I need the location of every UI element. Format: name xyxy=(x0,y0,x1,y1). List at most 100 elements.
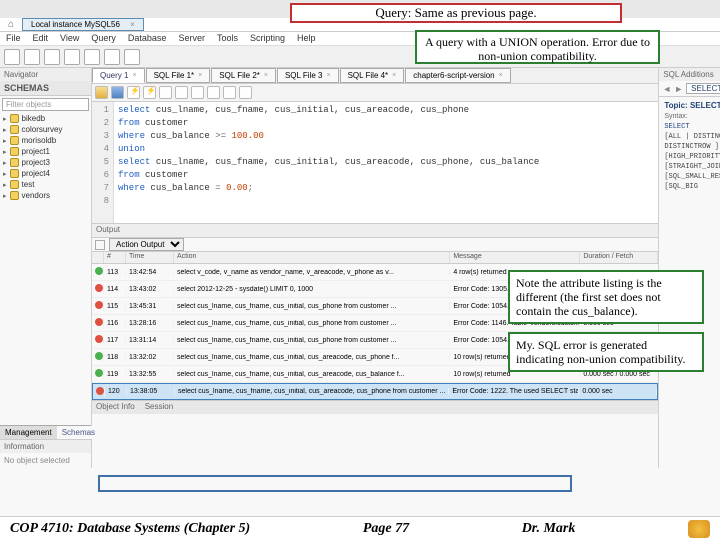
output-type-select[interactable]: Action Output xyxy=(109,238,184,251)
status-object-info[interactable]: Object Info xyxy=(96,402,135,413)
schema-item[interactable]: ▸ project4 xyxy=(0,168,91,179)
schema-label: project3 xyxy=(22,158,50,167)
schema-item[interactable]: ▸colorsurvey xyxy=(0,124,91,135)
database-icon xyxy=(10,191,19,200)
menu-tools[interactable]: Tools xyxy=(217,33,238,44)
row-number: 120 xyxy=(105,388,127,395)
schema-item[interactable]: ▸vendors xyxy=(0,190,91,201)
query-tab-label: SQL File 4* xyxy=(348,71,389,80)
status-error-icon xyxy=(96,387,104,395)
toolbar-icon[interactable] xyxy=(64,49,80,65)
save-icon[interactable] xyxy=(111,86,124,99)
chevron-right-icon: ▸ xyxy=(3,126,7,134)
schema-label: test xyxy=(22,180,35,189)
close-icon[interactable]: × xyxy=(392,72,396,79)
query-tab[interactable]: SQL File 2* × xyxy=(211,68,276,83)
database-icon xyxy=(10,147,19,156)
menu-file[interactable]: File xyxy=(6,33,21,44)
menu-edit[interactable]: Edit xyxy=(33,33,49,44)
toolbar-icon[interactable] xyxy=(4,49,20,65)
row-time: 13:32:02 xyxy=(126,354,174,361)
query-tab[interactable]: Query 1× xyxy=(92,68,145,83)
connection-tab[interactable]: Local instance MySQL56 × xyxy=(22,18,144,31)
toolbar-icon[interactable] xyxy=(191,86,204,99)
execute-step-icon[interactable] xyxy=(143,86,156,99)
query-tab-label: SQL File 2* xyxy=(219,71,260,80)
syntax-label: Syntax: xyxy=(664,113,720,120)
toolbar-icon[interactable] xyxy=(44,49,60,65)
forward-icon[interactable]: ► xyxy=(674,84,683,94)
schemas-header: SCHEMAS xyxy=(0,81,91,96)
toolbar-icon[interactable] xyxy=(24,49,40,65)
query-tab[interactable]: chapter6-script-version× xyxy=(405,68,510,83)
row-number: 118 xyxy=(104,354,126,361)
topic-select[interactable]: SELECT xyxy=(686,83,720,94)
status-ok-icon xyxy=(95,369,103,377)
col-message: Message xyxy=(450,252,580,263)
schema-label: project4 xyxy=(22,169,50,178)
query-toolbar xyxy=(92,84,658,102)
row-number: 119 xyxy=(104,371,126,378)
query-tab[interactable]: SQL File 3× xyxy=(277,68,339,83)
close-icon[interactable]: × xyxy=(130,20,135,29)
schema-item[interactable]: ▸project1 xyxy=(0,146,91,157)
query-tab[interactable]: SQL File 1*× xyxy=(146,68,211,83)
schema-item[interactable]: ▸test xyxy=(0,179,91,190)
sql-additions-toolbar: ◄ ► SELECT xyxy=(659,81,720,97)
row-time: 13:43:02 xyxy=(126,286,174,293)
menu-query[interactable]: Query xyxy=(91,33,116,44)
home-icon[interactable]: ⌂ xyxy=(0,19,22,30)
close-icon[interactable]: × xyxy=(326,72,330,79)
toolbar-icon[interactable] xyxy=(159,86,172,99)
row-message: Error Code: 1222. The used SELECT statem… xyxy=(449,388,579,395)
schema-item[interactable]: ▸project3 xyxy=(0,157,91,168)
close-icon[interactable]: × xyxy=(499,72,503,79)
row-action: select cus_lname, cus_fname, cus_initial… xyxy=(174,354,450,361)
menu-server[interactable]: Server xyxy=(178,33,205,44)
row-duration: 0.000 sec xyxy=(579,388,657,395)
line-gutter: 12345678 xyxy=(92,102,114,223)
back-icon[interactable]: ◄ xyxy=(662,84,671,94)
sql-additions-body: Topic: SELECT Syntax: SELECT [ALL | DIST… xyxy=(659,97,720,196)
toolbar-icon[interactable] xyxy=(223,86,236,99)
output-row[interactable]: 12013:38:05select cus_lname, cus_fname, … xyxy=(92,383,658,400)
status-error-icon xyxy=(95,284,103,292)
tab-management[interactable]: Management xyxy=(0,426,57,439)
query-tab-label: SQL File 1* xyxy=(154,71,195,80)
menu-database[interactable]: Database xyxy=(128,33,167,44)
close-icon[interactable]: × xyxy=(198,72,202,79)
row-action: select 2012-12-25 - sysdate() LIMIT 0, 1… xyxy=(174,286,450,293)
row-action: select cus_lname, cus_fname, cus_initial… xyxy=(174,320,450,327)
toolbar-icon[interactable] xyxy=(239,86,252,99)
toolbar-icon[interactable] xyxy=(84,49,100,65)
schema-label: project1 xyxy=(22,147,50,156)
row-time: 13:42:54 xyxy=(126,269,174,276)
sql-code: select cus_lname, cus_fname, cus_initial… xyxy=(114,102,543,223)
filter-objects-input[interactable]: Filter objects xyxy=(2,98,89,111)
chevron-right-icon: ▸ xyxy=(3,192,7,200)
schema-item[interactable]: ▸bikedb xyxy=(0,113,91,124)
toolbar-icon[interactable] xyxy=(175,86,188,99)
query-tab[interactable]: SQL File 4*× xyxy=(340,68,405,83)
toolbar-icon[interactable] xyxy=(124,49,140,65)
menu-scripting[interactable]: Scripting xyxy=(250,33,285,44)
menu-view[interactable]: View xyxy=(60,33,79,44)
schema-item[interactable]: ▸morisoldb xyxy=(0,135,91,146)
sql-editor[interactable]: 12345678 select cus_lname, cus_fname, cu… xyxy=(92,102,658,224)
toolbar-icon[interactable] xyxy=(207,86,220,99)
annotation-error-note: My. SQL error is generated indicating no… xyxy=(508,332,704,372)
sql-additions-header: SQL Additions xyxy=(659,68,720,81)
schema-label: bikedb xyxy=(22,114,46,123)
toolbar-icon[interactable] xyxy=(104,49,120,65)
menu-help[interactable]: Help xyxy=(297,33,316,44)
output-controls: Action Output xyxy=(92,238,658,252)
open-icon[interactable] xyxy=(95,86,108,99)
row-number: 113 xyxy=(104,269,126,276)
close-icon[interactable]: × xyxy=(264,72,268,79)
close-icon[interactable]: × xyxy=(132,72,136,79)
execute-icon[interactable] xyxy=(127,86,140,99)
annotation-union: A query with a UNION operation. Error du… xyxy=(415,30,660,64)
chevron-right-icon: ▸ xyxy=(3,170,7,178)
status-session[interactable]: Session xyxy=(145,402,173,413)
row-number: 116 xyxy=(104,320,126,327)
